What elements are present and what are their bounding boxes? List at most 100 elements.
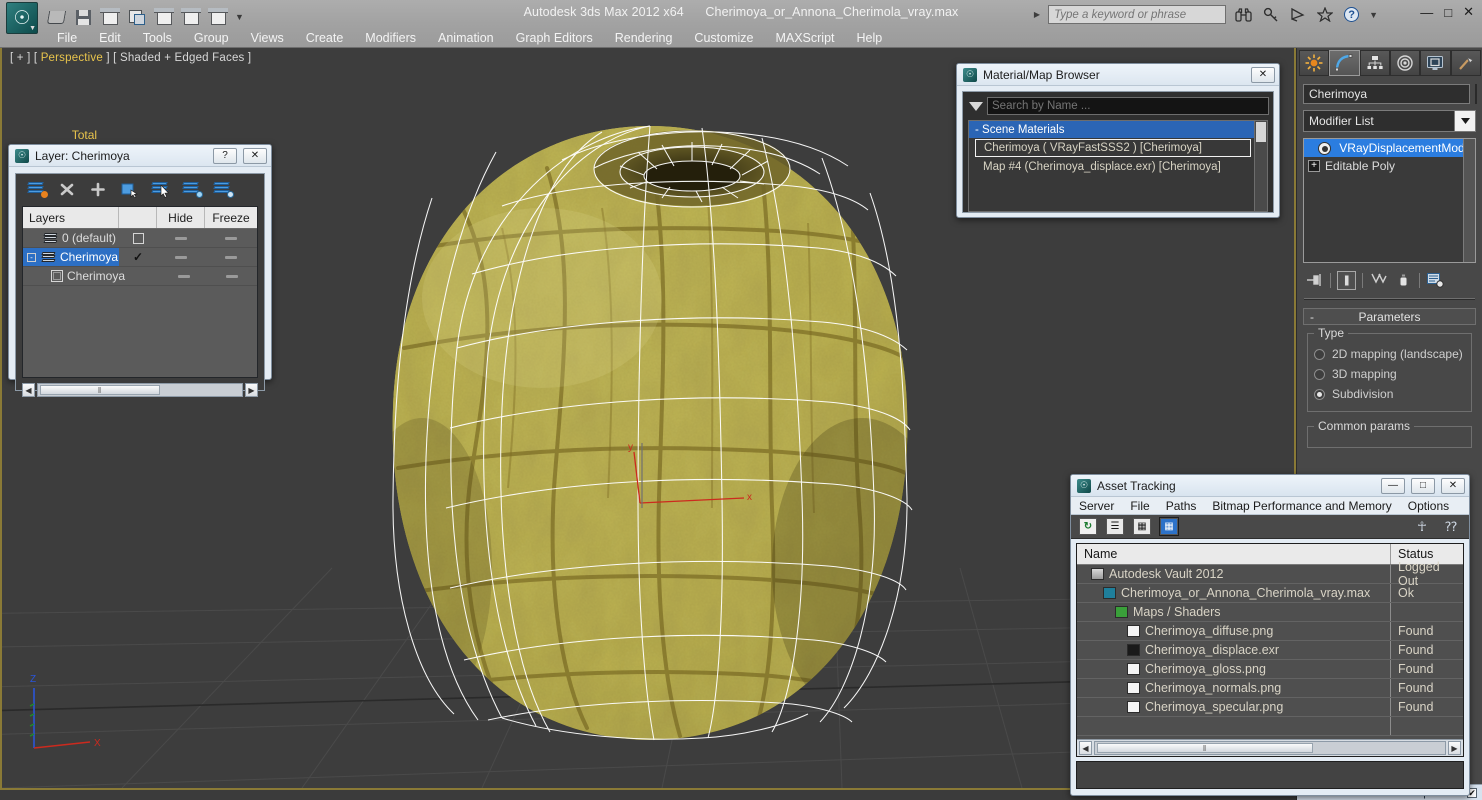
remove-modifier-icon[interactable] — [1394, 271, 1413, 290]
menu-item-graph-editors[interactable]: Graph Editors — [505, 29, 604, 47]
menu-item-file[interactable]: File — [1122, 498, 1157, 514]
viewport-shading-mode[interactable]: Shaded + Edged Faces — [120, 52, 245, 64]
freeze-toggle[interactable] — [225, 255, 237, 259]
object-name-input[interactable] — [1303, 84, 1470, 104]
layer-row-cherimoya[interactable]: - Cherimoya ✓ — [23, 248, 257, 267]
asset-row-scene-file[interactable]: Cherimoya_or_Annona_Cherimola_vray.max O… — [1077, 584, 1463, 603]
radio-icon[interactable] — [1314, 388, 1325, 400]
list-view-icon[interactable]: ☰ — [1106, 518, 1124, 535]
help-globe-icon[interactable]: ☥ — [1412, 518, 1432, 535]
modifier-stack-scrollbar[interactable] — [1463, 139, 1475, 262]
show-end-result-icon[interactable] — [1337, 270, 1356, 290]
layer-dialog[interactable]: ☉ Layer: Cherimoya ? ✕ Layers Hide Freez… — [8, 144, 272, 397]
menu-item-edit[interactable]: Edit — [88, 29, 132, 47]
menu-item-file[interactable]: File — [46, 29, 88, 47]
asset-list[interactable]: Name Status Autodesk Vault 2012 Logged O… — [1076, 543, 1464, 757]
radio-icon[interactable] — [1314, 368, 1325, 380]
delete-highlighted-layers-icon[interactable] — [59, 182, 77, 198]
save-file-icon[interactable] — [73, 8, 93, 27]
viewport-label[interactable]: [ + ] [ Perspective ] [ Shaded + Edged F… — [10, 52, 251, 64]
asset-tracking-minimize-button[interactable]: — — [1381, 477, 1405, 494]
asset-tracking-titlebar[interactable]: ☉ Asset Tracking — □ ✕ — [1071, 475, 1469, 497]
new-scene-icon[interactable] — [100, 8, 120, 27]
material-item-cherimoya[interactable]: Cherimoya ( VRayFastSSS2 ) [Cherimoya] — [975, 139, 1251, 157]
search-input[interactable] — [1048, 5, 1227, 24]
menu-item-customize[interactable]: Customize — [683, 29, 764, 47]
menu-item-rendering[interactable]: Rendering — [604, 29, 684, 47]
menu-item-bitmap-performance[interactable]: Bitmap Performance and Memory — [1204, 498, 1399, 514]
tab-utilities[interactable] — [1450, 50, 1481, 76]
star-icon[interactable] — [1315, 5, 1334, 24]
material-item-map4[interactable]: Map #4 (Cherimoya_displace.exr) [Cherimo… — [975, 158, 1251, 176]
menu-item-server[interactable]: Server — [1071, 498, 1122, 514]
open-file-icon[interactable] — [46, 8, 66, 27]
layer-dialog-help-button[interactable]: ? — [213, 147, 237, 164]
highlight-selected-objects-layers-icon[interactable] — [151, 182, 170, 198]
satellite-dish-icon[interactable] — [1288, 5, 1307, 24]
asset-row-displace[interactable]: Cherimoya_displace.exr Found — [1077, 641, 1463, 660]
asset-tracking-close-button[interactable]: ✕ — [1441, 477, 1465, 494]
material-map-browser-dialog[interactable]: ☉ Material/Map Browser ✕ - Scene Materia… — [956, 63, 1280, 218]
undo-scene-operation-icon[interactable] — [127, 8, 147, 27]
menu-item-modifiers[interactable]: Modifiers — [354, 29, 427, 47]
refresh-icon[interactable]: ↻ — [1079, 518, 1097, 535]
material-browser-titlebar[interactable]: ☉ Material/Map Browser ✕ — [957, 64, 1279, 86]
application-menu-button[interactable]: ☉ ▼ — [6, 2, 38, 34]
asset-row-diffuse[interactable]: Cherimoya_diffuse.png Found — [1077, 622, 1463, 641]
details-view-icon[interactable]: ▦ — [1133, 518, 1151, 535]
binoculars-icon[interactable] — [1234, 5, 1253, 24]
menu-item-paths[interactable]: Paths — [1158, 498, 1205, 514]
layer-row-object-cherimoya[interactable]: Cherimoya — [23, 267, 257, 286]
asset-row-normals[interactable]: Cherimoya_normals.png Found — [1077, 679, 1463, 698]
material-search-input[interactable] — [987, 97, 1269, 115]
layer-list[interactable]: Layers Hide Freeze 0 (default) - Cherimo… — [22, 206, 258, 378]
scroll-right-icon[interactable]: ▶ — [1448, 741, 1461, 755]
help-icon[interactable]: ? — [1342, 5, 1361, 24]
hide-toggle[interactable] — [175, 255, 187, 259]
scroll-left-icon[interactable]: ◀ — [22, 383, 35, 397]
context-help-icon[interactable]: ⁇ — [1441, 518, 1461, 535]
hide-unhide-layer-icon[interactable] — [182, 182, 203, 198]
browser-options-icon[interactable] — [969, 101, 983, 111]
scroll-right-icon[interactable]: ▶ — [245, 383, 258, 397]
asset-tracking-window[interactable]: ☉ Asset Tracking — □ ✕ Server File Paths… — [1070, 474, 1470, 796]
rollout-collapse-icon[interactable]: - — [1304, 310, 1320, 324]
scroll-thumb[interactable]: ‖ — [1097, 743, 1313, 753]
select-highlighted-objects-and-layers-icon[interactable] — [121, 182, 139, 199]
grid-view-icon[interactable]: ▦ — [1159, 517, 1179, 536]
info-center-expand-icon[interactable]: ▶ — [1034, 10, 1040, 19]
hide-toggle[interactable] — [175, 236, 187, 240]
configure-modifier-sets-icon[interactable] — [1426, 271, 1445, 290]
expand-plus-icon[interactable]: + — [1308, 160, 1320, 172]
material-list[interactable]: - Scene Materials Cherimoya ( VRayFastSS… — [968, 120, 1268, 212]
menu-item-group[interactable]: Group — [183, 29, 240, 47]
layer-row-default[interactable]: 0 (default) — [23, 229, 257, 248]
material-browser-close-button[interactable]: ✕ — [1251, 66, 1275, 83]
redo-scene-icon[interactable] — [154, 8, 174, 27]
layer-visibility-checkbox[interactable] — [132, 232, 144, 244]
set-project-folder-icon[interactable] — [181, 8, 201, 27]
parameters-rollout-header[interactable]: - Parameters — [1303, 308, 1476, 325]
tab-hierarchy[interactable] — [1359, 50, 1390, 76]
asset-row-specular[interactable]: Cherimoya_specular.png Found — [1077, 698, 1463, 717]
hide-toggle[interactable] — [178, 274, 191, 278]
object-color-swatch[interactable] — [1475, 84, 1477, 104]
menu-item-views[interactable]: Views — [240, 29, 295, 47]
layer-horizontal-scrollbar[interactable]: ◀ ‖ ▶ — [22, 382, 258, 398]
make-unique-icon[interactable] — [1369, 271, 1388, 290]
tab-motion[interactable] — [1389, 50, 1421, 76]
scroll-thumb[interactable]: ‖ — [40, 385, 160, 395]
modifier-stack[interactable]: VRayDisplacementMod + Editable Poly — [1303, 138, 1476, 263]
menu-item-animation[interactable]: Animation — [427, 29, 505, 47]
close-button[interactable]: ✕ — [1463, 4, 1474, 20]
menu-item-help[interactable]: Help — [846, 29, 894, 47]
asset-row-maps-shaders[interactable]: Maps / Shaders — [1077, 603, 1463, 622]
add-selected-objects-to-layer-icon[interactable] — [90, 182, 108, 198]
scroll-left-icon[interactable]: ◀ — [1079, 741, 1092, 755]
menu-item-options[interactable]: Options — [1400, 498, 1457, 514]
radio-3d-mapping[interactable]: 3D mapping — [1314, 364, 1465, 384]
asset-row-vault[interactable]: Autodesk Vault 2012 Logged Out — [1077, 560, 1463, 588]
modifier-list-dropdown[interactable]: Modifier List — [1303, 110, 1476, 132]
asset-list-horizontal-scrollbar[interactable]: ◀ ‖ ▶ — [1077, 739, 1463, 756]
menu-item-tools[interactable]: Tools — [132, 29, 183, 47]
